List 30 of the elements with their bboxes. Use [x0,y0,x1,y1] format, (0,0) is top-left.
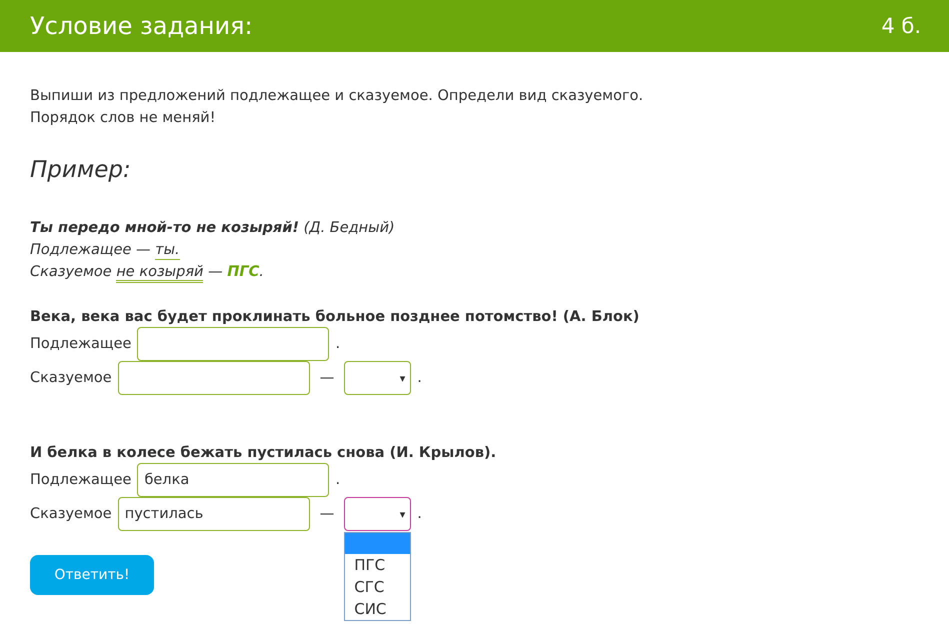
dash-text: — [320,506,334,522]
dash-text: — [320,370,334,386]
example-heading: Пример: [30,157,131,183]
example-sentence: Ты передо мной-то не козыряй! (Д. Бедный) [30,219,395,238]
type-dropdown[interactable]: ▾ [344,361,412,395]
period-text: . [335,472,340,488]
example-answer: Сказуемое не козыряй — ПГС. [30,261,264,283]
answer-field[interactable]: белка [137,463,330,497]
dropdown-option[interactable]: ПГС [345,554,410,576]
field-label: Сказуемое [30,506,112,522]
points-label: 4 б. [881,14,921,38]
field-label: Сказуемое [30,370,112,386]
period-text: . [417,506,422,522]
question-sentence: И белка в колесе бежать пустилась снова (И. Крылов). [30,445,496,461]
dropdown-option[interactable]: СИС [345,598,410,620]
caret-icon: ▾ [400,372,406,384]
instruction-text: Выпиши из предложений подлежащее и сказуемое. Определи вид сказуемого. [30,88,644,104]
answer-field[interactable] [137,327,330,361]
question-sentence: Века, века вас будет проклинать больное позднее потомство! (А. Блок) [30,309,640,325]
field-label: Подлежащее [30,336,132,352]
dropdown-option[interactable]: СГС [345,576,410,598]
period-text: . [417,370,422,386]
instruction-text: Порядок слов не меняй! [30,110,216,126]
field-label: Подлежащее [30,472,132,488]
answer-field[interactable] [118,361,310,395]
example-answer: Подлежащее — ты. [30,241,180,261]
task-title: Условие задания: [30,12,253,40]
period-text: . [335,336,340,352]
answer-field[interactable]: пустилась [118,497,310,531]
caret-icon: ▾ [400,508,406,520]
